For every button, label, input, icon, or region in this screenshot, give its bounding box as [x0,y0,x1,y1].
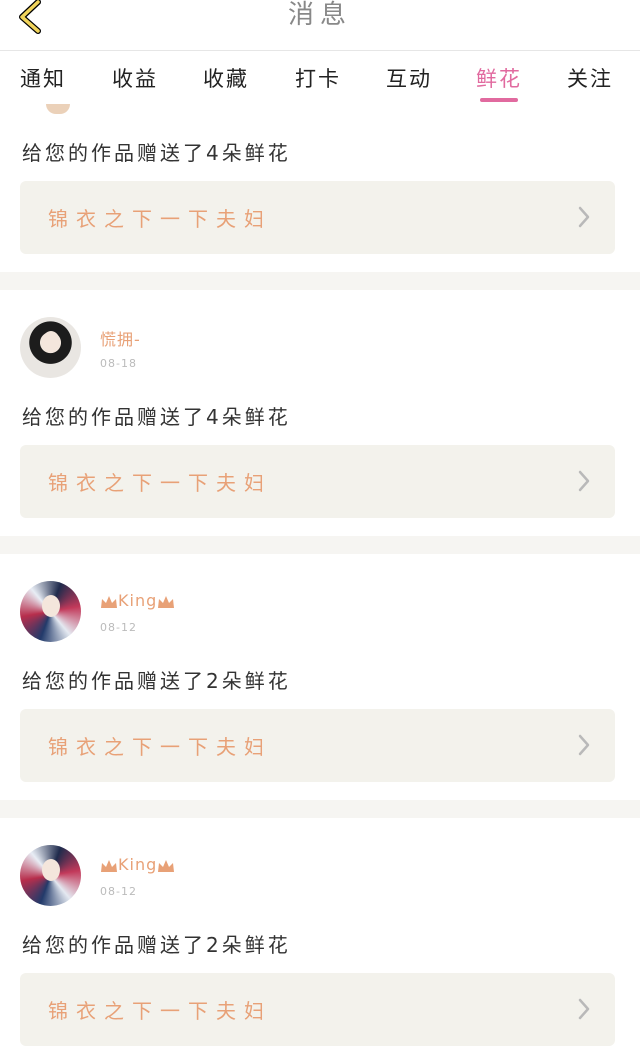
user-name-text: King [118,855,158,874]
crown-icon [101,859,117,872]
work-card[interactable]: 锦衣之下一下夫妇 [20,709,615,782]
divider [0,272,640,290]
message-date: 08-12 [100,621,137,634]
tab-flowers[interactable]: 鲜花 [476,63,522,93]
avatar[interactable] [46,104,70,114]
crown-icon [101,595,117,608]
message-text: 给您的作品赠送了2朵鲜花 [22,669,291,693]
user-name[interactable]: King [100,855,175,874]
user-name-text: King [118,591,158,610]
tab-income[interactable]: 收益 [112,63,158,93]
work-title: 锦衣之下一下夫妇 [48,735,272,759]
work-card[interactable]: 锦衣之下一下夫妇 [20,445,615,518]
chevron-right-icon [578,206,590,228]
tab-favorites[interactable]: 收藏 [203,63,249,93]
tab-bar: 通知 收益 收藏 打卡 互动 鲜花 关注 [0,51,640,103]
crown-icon [158,595,175,608]
avatar[interactable] [20,581,81,642]
divider [0,536,640,554]
work-title: 锦衣之下一下夫妇 [48,471,272,495]
message-text: 给您的作品赠送了2朵鲜花 [22,933,291,957]
user-name[interactable]: King [100,591,175,610]
message-text: 给您的作品赠送了4朵鲜花 [22,141,291,165]
work-title: 锦衣之下一下夫妇 [48,207,272,231]
chevron-right-icon [578,470,590,492]
tab-follow[interactable]: 关注 [567,63,613,93]
avatar-face [42,331,60,353]
work-card[interactable]: 锦衣之下一下夫妇 [20,181,615,254]
avatar-face [42,859,60,881]
active-tab-indicator [480,98,518,102]
work-card[interactable]: 锦衣之下一下夫妇 [20,973,615,1046]
chevron-right-icon [578,734,590,756]
crown-icon [158,859,175,872]
message-date: 08-12 [100,885,137,898]
app-header: 消息 [0,0,640,51]
avatar-face [42,595,60,617]
page-title: 消息 [287,0,352,30]
divider [0,800,640,818]
tab-interaction[interactable]: 互动 [386,63,432,93]
avatar[interactable] [20,317,81,378]
tab-checkin[interactable]: 打卡 [295,63,341,93]
chevron-right-icon [578,998,590,1020]
user-name[interactable]: 慌拥- [100,326,141,350]
message-date: 08-18 [100,357,137,370]
avatar[interactable] [20,845,81,906]
message-text: 给您的作品赠送了4朵鲜花 [22,405,291,429]
tab-notice[interactable]: 通知 [20,63,66,93]
work-title: 锦衣之下一下夫妇 [48,999,272,1023]
